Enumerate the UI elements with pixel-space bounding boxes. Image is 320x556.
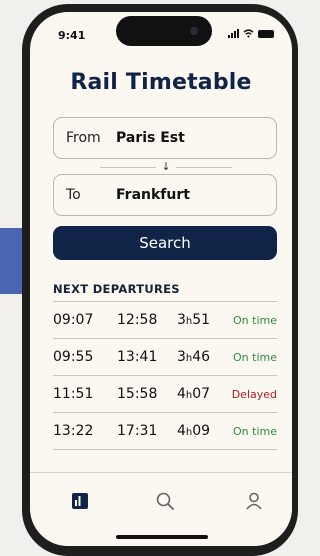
to-value[interactable]: Frankfurt — [116, 187, 190, 203]
duration-minutes: 51 — [192, 312, 211, 328]
duration: 4h07 — [177, 386, 210, 402]
swap-divider: ↓ — [30, 160, 292, 173]
status-badge: On time — [233, 351, 277, 364]
from-label: From — [66, 130, 101, 146]
status-icons — [228, 29, 274, 38]
to-label: To — [66, 187, 81, 203]
to-field[interactable]: To Frankfurt — [53, 174, 277, 216]
arrow-down-icon[interactable]: ↓ — [159, 160, 173, 173]
duration: 4h09 — [177, 423, 210, 439]
status-badge: Delayed — [231, 388, 277, 401]
arrival-time: 12:58 — [117, 312, 158, 328]
battery-icon — [258, 30, 274, 38]
table-row[interactable]: 13:22 17:31 4h09 On time — [53, 413, 277, 449]
duration: 3h46 — [177, 349, 210, 365]
table-row[interactable]: 09:55 13:41 3h46 On time — [53, 339, 277, 375]
search-button[interactable]: Search — [53, 226, 277, 260]
table-row[interactable]: 11:51 15:58 4h07 Delayed — [53, 376, 277, 412]
departure-time: 09:55 — [53, 349, 94, 365]
profile-icon[interactable] — [244, 491, 264, 511]
duration-hours: 4 — [177, 423, 186, 439]
search-icon[interactable] — [155, 491, 175, 511]
app-screen: 9:41 Rail Timetable From Paris Est ↓ To … — [30, 12, 292, 546]
status-bar: 9:41 — [30, 12, 292, 56]
divider-line-right — [176, 167, 232, 168]
dynamic-island — [116, 16, 212, 46]
section-title: NEXT DEPARTURES — [53, 282, 180, 296]
status-badge: On time — [233, 425, 277, 438]
duration-minutes: 07 — [192, 386, 211, 402]
status-time: 9:41 — [58, 29, 86, 42]
duration-hours: 4 — [177, 386, 186, 402]
table-row[interactable]: 09:07 12:58 3h51 On time — [53, 302, 277, 338]
arrival-time: 15:58 — [117, 386, 158, 402]
status-badge: On time — [233, 314, 277, 327]
departure-time: 11:51 — [53, 386, 94, 402]
signal-icon — [228, 29, 239, 38]
duration-hours: 3 — [177, 312, 186, 328]
home-indicator — [116, 535, 208, 539]
camera-dot — [190, 27, 198, 35]
duration-minutes: 09 — [192, 423, 211, 439]
page-title: Rail Timetable — [70, 70, 252, 95]
home-icon[interactable] — [70, 491, 90, 511]
arrival-time: 17:31 — [117, 423, 158, 439]
duration: 3h51 — [177, 312, 210, 328]
departure-time: 13:22 — [53, 423, 94, 439]
phone-frame: 9:41 Rail Timetable From Paris Est ↓ To … — [22, 4, 298, 556]
divider — [53, 449, 277, 450]
wifi-icon — [243, 29, 254, 38]
from-field[interactable]: From Paris Est — [53, 117, 277, 159]
duration-hours: 3 — [177, 349, 186, 365]
duration-minutes: 46 — [192, 349, 211, 365]
departure-time: 09:07 — [53, 312, 94, 328]
from-value[interactable]: Paris Est — [116, 130, 185, 146]
divider-line-left — [100, 167, 156, 168]
arrival-time: 13:41 — [117, 349, 158, 365]
